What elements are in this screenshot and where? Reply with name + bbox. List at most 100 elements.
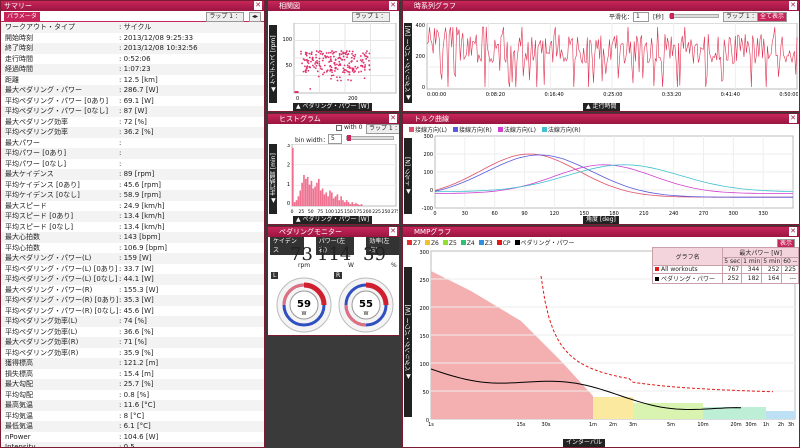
summary-value: : 6.1 [°C]: [119, 422, 151, 430]
close-icon[interactable]: ✕: [389, 114, 397, 123]
summary-row: 最大ペダリング・パワー(L): 159 [W]: [1, 253, 264, 264]
scatter-point: [361, 59, 364, 61]
smoothing-input[interactable]: 1: [633, 12, 649, 22]
close-icon[interactable]: ✕: [389, 1, 397, 10]
summary-key: 最大ペダリング・パワー: [5, 86, 82, 94]
right-power-value: 55: [359, 299, 373, 310]
show-all-button[interactable]: 全て表示: [757, 12, 788, 22]
scatter-point: [305, 69, 307, 72]
summary-value: : 89 [rpm]: [119, 170, 155, 178]
left-pedal-gauge: 59 W: [276, 277, 332, 333]
histogram-ytick: 0: [287, 201, 290, 207]
with0-checkbox[interactable]: [336, 125, 342, 131]
scatter-point: [335, 50, 337, 53]
bin-width-input[interactable]: 5: [328, 134, 342, 144]
histogram-bar: [325, 192, 328, 206]
summary-key: 平均スピード [0あり]: [5, 212, 74, 220]
close-icon[interactable]: ✕: [254, 1, 262, 10]
summary-row: 平均ペダリング・パワー [0あり]: 69.1 [W]: [1, 96, 264, 107]
summary-row: 平均スピード [0なし]: 13.4 [km/h]: [1, 222, 264, 233]
bin-width-slider[interactable]: [346, 135, 394, 141]
summary-key: 平均パワー [0なし]: [5, 159, 67, 168]
summary-value: : 24.9 [km/h]: [119, 201, 165, 210]
mmp-xtick: 5m: [667, 422, 675, 428]
torque-plot: 3002001000-1000 30 60 90 120 150 180 210 240 270 3…: [422, 134, 794, 216]
lap-select[interactable]: ラップ 1 ：: [723, 12, 761, 22]
summary-row: 平均ペダリング・パワー(R) [0なし]: 45.6 [W]: [1, 306, 264, 317]
table-row[interactable]: All workouts 767 344 252 225: [651, 265, 799, 274]
summary-key: 平均ペダリング効率: [5, 128, 68, 136]
histogram-bar: [329, 190, 331, 206]
histogram-bar: [319, 190, 322, 206]
summary-key: 平均ペダリング効率(L): [5, 327, 78, 336]
scatter-point: [345, 69, 347, 72]
summary-row: 平均ペダリング効率(L): 74 [%]: [1, 316, 264, 327]
summary-value: : 36.6 [%]: [119, 327, 154, 336]
mmp-ytick: 150: [419, 334, 429, 340]
histogram-bar: [327, 196, 329, 206]
left-power-value: 59: [297, 299, 311, 310]
scatter-point: [336, 79, 339, 82]
summary-row: 終了時刻: 2013/12/08 10:32:56: [1, 43, 264, 54]
scatter-xtick: 0: [296, 96, 299, 101]
summary-row: Intensity: 0.5: [1, 442, 264, 448]
summary-key: 最大勾配: [5, 380, 33, 388]
scatter-xlabel: ▲ ペダリング・パワー [W]: [293, 103, 373, 111]
scatter-point: [300, 50, 302, 53]
scatter-point: [332, 74, 335, 77]
scatter-point: [351, 70, 354, 72]
torque-xtick: 300: [729, 211, 739, 216]
close-icon[interactable]: ✕: [789, 114, 797, 123]
scatter-point: [363, 53, 366, 56]
efficiency-unit: %: [391, 262, 397, 269]
summary-key: 最大ペダリング・パワー(R): [5, 285, 93, 294]
mmp-xtick: 1h: [763, 422, 769, 428]
scatter-point: [340, 53, 343, 56]
close-icon[interactable]: ✕: [789, 227, 797, 236]
mmp-xtick: 20m: [730, 422, 741, 428]
summary-value: :: [119, 149, 122, 157]
summary-key: Intensity: [5, 443, 36, 448]
histogram-bar: [293, 202, 296, 206]
summary-row: 最大ペダリング効率: 72 [%]: [1, 117, 264, 128]
tab-parameters[interactable]: パラメータ: [4, 12, 40, 21]
scatter-point: [366, 50, 368, 53]
smoothing-slider[interactable]: [669, 13, 719, 19]
scatter-point: [333, 61, 336, 64]
with0-label: with 0: [344, 124, 363, 131]
scatter-point: [353, 57, 355, 60]
close-icon[interactable]: ✕: [789, 1, 797, 10]
summary-row: 損失標高: 15.4 [m]: [1, 369, 264, 380]
table-row[interactable]: ペダリング・パワー 252 182 164 ---: [651, 273, 799, 284]
summary-row: 距離: 12.5 [km]: [1, 75, 264, 86]
lap-select[interactable]: ラップ 1 ：: [352, 12, 390, 22]
close-icon[interactable]: ✕: [389, 227, 397, 236]
lap-select[interactable]: ラップ 1 ：: [366, 124, 399, 134]
scatter-plot: 100 50 0 200: [282, 23, 397, 101]
arrows-icon[interactable]: ◂▸: [248, 12, 261, 22]
mmp-title: MMPグラフ: [414, 228, 452, 236]
summary-value: : 15.4 [m]: [119, 369, 154, 378]
scatter-point: [336, 76, 338, 79]
histogram-bar: [351, 202, 354, 206]
bin-width-label: bin width：: [295, 137, 329, 144]
scatter-point: [314, 67, 317, 70]
lap-select[interactable]: ラップ 1 ：: [206, 12, 244, 22]
scatter-point: [315, 53, 317, 56]
histogram-bar: [358, 205, 361, 206]
scatter-point: [322, 57, 325, 60]
histogram-bar: [323, 194, 326, 206]
right-power-unit: W: [364, 311, 369, 317]
scatter-point: [319, 52, 322, 55]
summary-row: 経過時間: 1:07:23: [1, 64, 264, 75]
mmp-table: グラフ名 最大パワー [W] 5 sec 1 min 5 min 60 -- All wor…: [651, 247, 799, 284]
summary-key: 最大パワー: [5, 138, 40, 147]
histogram-xtick: 200: [363, 209, 372, 215]
scatter-point: [346, 64, 349, 67]
summary-key: 最大ペダリング効率: [5, 117, 68, 126]
summary-row: 獲得標高: 121.2 [m]: [1, 358, 264, 369]
mmp-panel: MMPグラフ ✕ Z7 Z6 Z5 Z4 Z3 CP ペダリング・パワー ▲ ペダリング・パワ…: [402, 226, 800, 448]
histogram-bar: [316, 182, 318, 206]
mmp-xtick: 3h: [788, 422, 794, 428]
mmp-legend-item: Z4: [460, 240, 475, 247]
